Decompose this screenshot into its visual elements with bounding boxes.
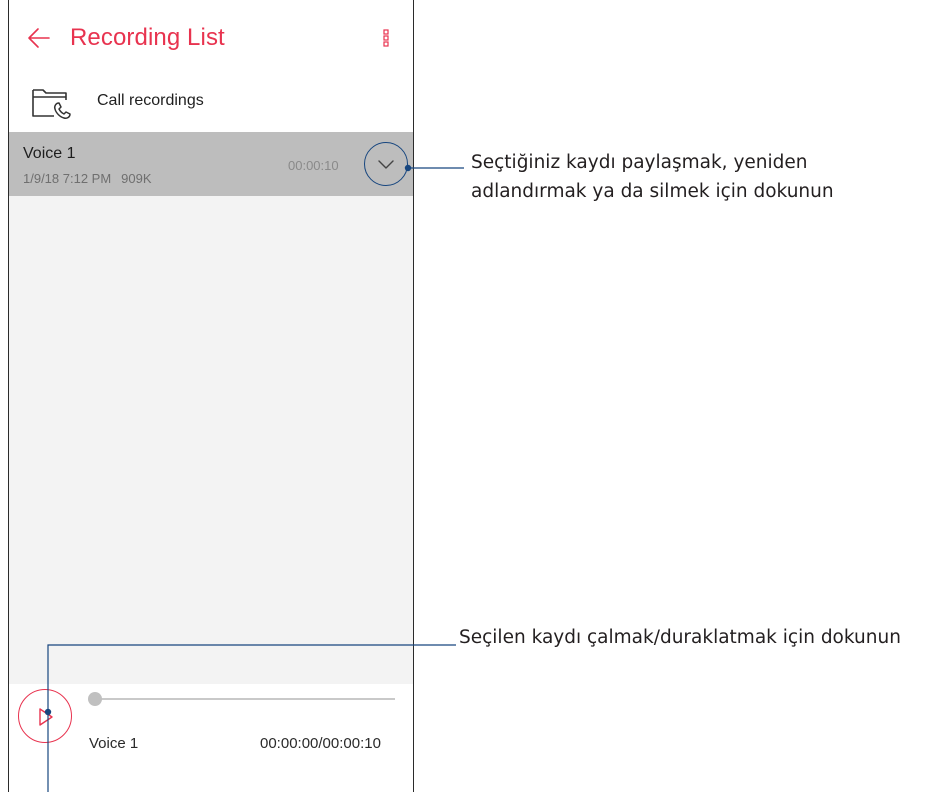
recording-size: 909K [121, 171, 152, 186]
list-item[interactable]: Voice 1 1/9/18 7:12 PM 909K 00:00:10 [9, 132, 413, 196]
call-recordings-folder[interactable]: Call recordings [9, 76, 413, 132]
play-button[interactable] [18, 689, 72, 743]
chevron-down-icon [378, 160, 394, 169]
callout-expand-line-2: adlandırmak ya da silmek için dokunun [471, 181, 834, 202]
folder-label: Call recordings [97, 92, 204, 109]
recording-date: 1/9/18 7:12 PM [23, 171, 112, 186]
play-icon [39, 708, 53, 726]
seek-bar[interactable] [95, 698, 395, 700]
seek-thumb[interactable] [88, 692, 102, 706]
app-bar: Recording List [9, 0, 413, 76]
recording-list: Voice 1 1/9/18 7:12 PM 909K 00:00:10 [9, 132, 413, 684]
callout-play-text: Seçilen kaydı çalmak/duraklatmak için do… [459, 627, 901, 648]
callout-expand-line-1: Seçtiğiniz kaydı paylaşmak, yeniden [471, 152, 808, 173]
recording-name: Voice 1 [23, 145, 76, 162]
player-bar: Voice 1 00:00:00/00:00:10 [9, 684, 413, 792]
folder-phone-icon [32, 89, 71, 119]
phone-screen: Recording List Call recordings Voice 1 1… [8, 0, 414, 792]
arrow-left-icon[interactable] [27, 26, 51, 50]
recording-duration: 00:00:10 [288, 158, 339, 173]
expand-options-button[interactable] [364, 142, 408, 186]
player-time: 00:00:00/00:00:10 [260, 735, 381, 752]
player-recording-name: Voice 1 [89, 735, 139, 752]
page-title: Recording List [70, 24, 225, 51]
callout-expand-text: Seçtiğiniz kaydı paylaşmak, yeniden adla… [471, 148, 834, 206]
screenshot-stage: Recording List Call recordings Voice 1 1… [0, 0, 947, 792]
more-vert-icon[interactable] [381, 26, 391, 50]
recording-meta: 1/9/18 7:12 PM 909K [23, 171, 152, 186]
